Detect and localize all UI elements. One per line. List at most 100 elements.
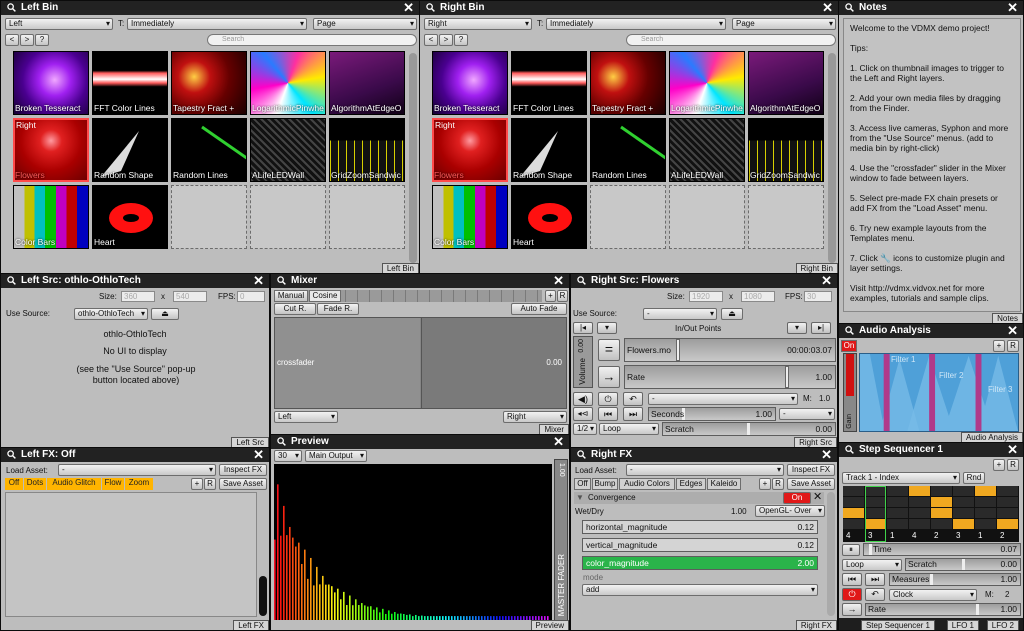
preview-output-select[interactable]: Main Output bbox=[305, 450, 367, 462]
use-source-select[interactable]: othlo-OthloTech bbox=[74, 308, 148, 320]
eject-button[interactable]: ⏏ bbox=[721, 308, 743, 320]
left-bin-prev-button[interactable]: < bbox=[5, 34, 19, 46]
step-cell[interactable] bbox=[887, 519, 908, 529]
thumb-flowers[interactable]: Right Flowers bbox=[13, 118, 89, 182]
scratch-slider[interactable]: Scratch 0.00 bbox=[662, 422, 836, 436]
step-cell[interactable] bbox=[931, 519, 952, 529]
load-asset-select[interactable]: - bbox=[626, 464, 784, 476]
step-cell[interactable] bbox=[975, 497, 996, 507]
close-icon[interactable]: ✕ bbox=[1007, 443, 1018, 456]
notes-tab[interactable]: Notes bbox=[992, 313, 1023, 323]
power-icon[interactable]: ⏻ bbox=[842, 588, 862, 601]
empty-slot[interactable] bbox=[329, 185, 405, 249]
mode-select[interactable]: add bbox=[582, 584, 818, 596]
close-icon[interactable]: ✕ bbox=[553, 435, 564, 448]
loop-back-icon[interactable]: ↶ bbox=[865, 588, 885, 601]
gain-slider[interactable]: Gain bbox=[843, 353, 857, 432]
thumb-random-lines[interactable]: Random Lines bbox=[590, 118, 666, 182]
step-cell[interactable] bbox=[931, 497, 952, 507]
horizontal-magnitude-slider[interactable]: horizontal_magnitude 0.12 bbox=[582, 520, 818, 534]
forward-arrow-icon[interactable]: → bbox=[842, 603, 862, 616]
forward-arrow-button[interactable]: → bbox=[598, 366, 620, 388]
reverse-icon[interactable]: ◂⊲ bbox=[573, 407, 593, 421]
cut-r-button[interactable]: Cut R. bbox=[274, 303, 316, 315]
rewind-icon[interactable]: ⏮ bbox=[598, 407, 618, 421]
step-cell[interactable] bbox=[843, 508, 864, 518]
color-magnitude-slider[interactable]: color_magnitude 2.00 bbox=[582, 556, 818, 570]
thumb-logarithmic-pinwheel[interactable]: LogarithmicPinwhe bbox=[250, 51, 326, 115]
fx-chip-audio-colors[interactable]: Audio Colors bbox=[619, 478, 675, 490]
vertical-magnitude-slider[interactable]: vertical_magnitude 0.12 bbox=[582, 538, 818, 552]
left-fx-tab[interactable]: Left FX bbox=[233, 620, 269, 630]
thumb-tapestry-fract[interactable]: Tapestry Fract + bbox=[590, 51, 666, 115]
close-icon[interactable]: ✕ bbox=[253, 448, 264, 461]
mixer-right-select[interactable]: Right bbox=[503, 411, 567, 423]
right-fx-tab[interactable]: Right FX bbox=[795, 620, 837, 630]
thumb-color-bars[interactable]: Color Bars bbox=[13, 185, 89, 249]
rewind-icon[interactable]: ⏮ bbox=[842, 573, 862, 586]
right-fx-scrollbar[interactable] bbox=[827, 492, 835, 616]
step-seq-add-button[interactable]: + bbox=[993, 459, 1005, 471]
step-cell[interactable] bbox=[953, 508, 974, 518]
size-width-field[interactable]: 360 bbox=[121, 291, 155, 302]
empty-slot[interactable] bbox=[250, 185, 326, 249]
right-bin-next-button[interactable]: > bbox=[439, 34, 453, 46]
thumb-heart[interactable]: Heart bbox=[511, 185, 587, 249]
auto-fade-button[interactable]: Auto Fade bbox=[511, 303, 567, 315]
fx-r-button[interactable]: R bbox=[204, 478, 216, 490]
step-cell[interactable] bbox=[953, 497, 974, 507]
close-icon[interactable]: ✕ bbox=[1007, 1, 1018, 14]
close-icon[interactable]: ✕ bbox=[553, 274, 564, 287]
step-cell[interactable] bbox=[997, 508, 1018, 518]
seq-scratch-slider[interactable]: Scratch 0.00 bbox=[905, 558, 1021, 571]
left-fx-scrollbar[interactable] bbox=[259, 576, 267, 616]
mixer-add-button[interactable]: + bbox=[545, 290, 556, 302]
left-src-tab[interactable]: Left Src bbox=[231, 437, 269, 447]
mixer-left-select[interactable]: Left bbox=[274, 411, 338, 423]
size-height-field[interactable]: 1080 bbox=[741, 291, 775, 302]
right-bin-scrollbar[interactable] bbox=[828, 53, 836, 263]
thumb-logarithmic-pinwheel[interactable]: LogarithmicPinwhe bbox=[669, 51, 745, 115]
step-cell[interactable] bbox=[953, 519, 974, 529]
tab-step-sequencer-1[interactable]: Step Sequencer 1 bbox=[860, 620, 935, 630]
random-button[interactable]: Rnd bbox=[963, 472, 985, 484]
close-icon[interactable]: ✕ bbox=[253, 274, 264, 287]
fx-chip-kaleido[interactable]: Kaleido bbox=[707, 478, 741, 490]
thumb-algorithm-at-edge[interactable]: AlgorithmAtEdgeO bbox=[329, 51, 405, 115]
step-cell[interactable] bbox=[887, 497, 908, 507]
thumb-flowers[interactable]: Right Flowers bbox=[432, 118, 508, 182]
use-source-select[interactable]: - bbox=[643, 308, 717, 320]
blend-mode-select[interactable]: OpenGL- Over bbox=[755, 505, 825, 517]
step-cell[interactable] bbox=[843, 519, 864, 529]
load-asset-select[interactable]: - bbox=[58, 464, 216, 476]
step-cell[interactable] bbox=[953, 486, 974, 496]
thumb-algorithm-at-edge[interactable]: AlgorithmAtEdgeO bbox=[748, 51, 824, 115]
effect-on-button[interactable]: On bbox=[783, 492, 811, 504]
thumb-tapestry-fract[interactable]: Tapestry Fract + bbox=[171, 51, 247, 115]
thumb-color-bars[interactable]: Color Bars bbox=[432, 185, 508, 249]
left-bin-tab[interactable]: Left Bin bbox=[381, 263, 419, 273]
step-cell[interactable] bbox=[975, 519, 996, 529]
right-bin-layer-select[interactable]: Right bbox=[424, 18, 532, 30]
jump-start-button[interactable]: |◂ bbox=[573, 322, 593, 334]
measures-slider[interactable]: Measures 1.00 bbox=[889, 573, 1021, 586]
mixer-r-button[interactable]: R bbox=[557, 290, 568, 302]
fx-chip-bump[interactable]: Bump bbox=[592, 478, 618, 490]
track-select[interactable]: Track 1 - Index bbox=[842, 472, 960, 484]
step-cell[interactable] bbox=[909, 519, 930, 529]
rate-slider[interactable]: Rate 1.00 bbox=[624, 365, 836, 389]
preview-fps-select[interactable]: 30 bbox=[274, 450, 302, 462]
seconds-slider[interactable]: Seconds 1.00 bbox=[648, 407, 776, 421]
thumb-random-shape[interactable]: Random Shape bbox=[92, 118, 168, 182]
thumb-random-shape[interactable]: Random Shape bbox=[511, 118, 587, 182]
seq-loop-select[interactable]: Loop bbox=[842, 559, 902, 571]
step-cell[interactable] bbox=[909, 497, 930, 507]
notes-text[interactable]: Welcome to the VDMX demo project! Tips: … bbox=[843, 18, 1021, 312]
step-cell[interactable] bbox=[843, 486, 864, 496]
volume-slider[interactable]: Volume 0.00 bbox=[573, 336, 593, 388]
empty-slot[interactable] bbox=[171, 185, 247, 249]
left-bin-layer-select[interactable]: Left bbox=[5, 18, 113, 30]
fx-chip-audio-glitch[interactable]: Audio Glitch bbox=[47, 478, 101, 490]
pause-icon[interactable]: ⏸ bbox=[842, 544, 860, 556]
step-cell[interactable] bbox=[887, 508, 908, 518]
